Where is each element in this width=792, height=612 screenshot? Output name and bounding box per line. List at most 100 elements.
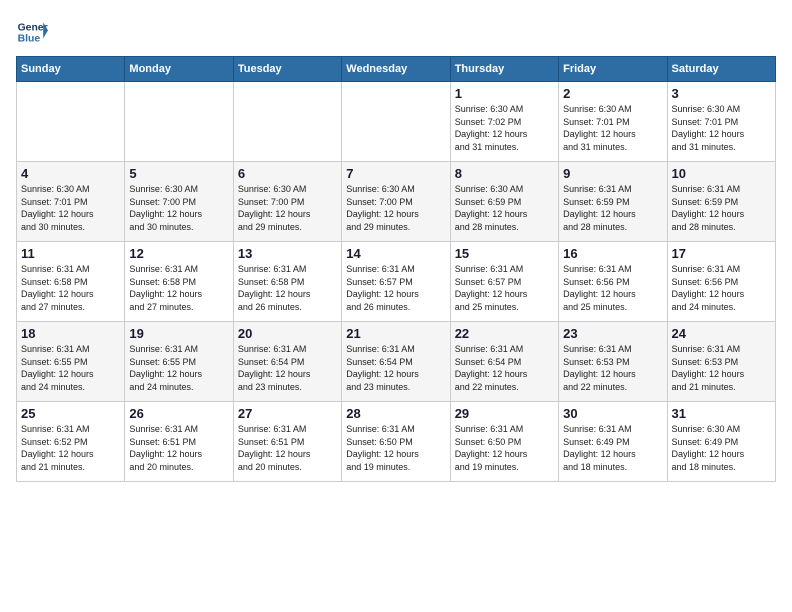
day-number: 2 [563,86,662,101]
day-info: Sunrise: 6:30 AM Sunset: 7:01 PM Dayligh… [563,103,662,153]
calendar-week-3: 11 Sunrise: 6:31 AM Sunset: 6:58 PM Dayli… [17,242,776,322]
day-number: 12 [129,246,228,261]
calendar-header: SundayMondayTuesdayWednesdayThursdayFrid… [17,57,776,82]
day-number: 26 [129,406,228,421]
day-number: 25 [21,406,120,421]
calendar-body: 1 Sunrise: 6:30 AM Sunset: 7:02 PM Daylig… [17,82,776,482]
calendar-week-1: 1 Sunrise: 6:30 AM Sunset: 7:02 PM Daylig… [17,82,776,162]
calendar-cell: 19Sunrise: 6:31 AM Sunset: 6:55 PM Dayli… [125,322,233,402]
day-info: Sunrise: 6:30 AM Sunset: 6:49 PM Dayligh… [672,423,771,473]
day-info: Sunrise: 6:31 AM Sunset: 6:52 PM Dayligh… [21,423,120,473]
day-number: 10 [672,166,771,181]
weekday-header-monday: Monday [125,57,233,82]
day-number: 29 [455,406,554,421]
day-number: 8 [455,166,554,181]
day-info: Sunrise: 6:31 AM Sunset: 6:55 PM Dayligh… [21,343,120,393]
weekday-header-wednesday: Wednesday [342,57,450,82]
day-number: 5 [129,166,228,181]
day-info: Sunrise: 6:31 AM Sunset: 6:50 PM Dayligh… [455,423,554,473]
day-number: 28 [346,406,445,421]
calendar-cell: 1 Sunrise: 6:30 AM Sunset: 7:02 PM Daylig… [450,82,558,162]
day-number: 20 [238,326,337,341]
day-info: Sunrise: 6:31 AM Sunset: 6:56 PM Dayligh… [672,263,771,313]
day-info: Sunrise: 6:31 AM Sunset: 6:57 PM Dayligh… [455,263,554,313]
calendar-cell: 24 Sunrise: 6:31 AM Sunset: 6:53 PM Dayli… [667,322,775,402]
day-number: 24 [672,326,771,341]
day-number: 6 [238,166,337,181]
day-info: Sunrise: 6:31 AM Sunset: 6:58 PM Dayligh… [238,263,337,313]
day-info: Sunrise: 6:30 AM Sunset: 7:01 PM Dayligh… [672,103,771,153]
day-number: 18 [21,326,120,341]
day-info: Sunrise: 6:31 AM Sunset: 6:51 PM Dayligh… [238,423,337,473]
calendar-cell: 28 Sunrise: 6:31 AM Sunset: 6:50 PM Dayli… [342,402,450,482]
day-number: 30 [563,406,662,421]
day-info: Sunrise: 6:31 AM Sunset: 6:56 PM Dayligh… [563,263,662,313]
day-number: 15 [455,246,554,261]
calendar-cell: 26 Sunrise: 6:31 AM Sunset: 6:51 PM Dayli… [125,402,233,482]
calendar-cell [17,82,125,162]
weekday-header-row: SundayMondayTuesdayWednesdayThursdayFrid… [17,57,776,82]
calendar-cell: 22Sunrise: 6:31 AM Sunset: 6:54 PM Dayli… [450,322,558,402]
calendar-cell [125,82,233,162]
calendar-cell: 20 Sunrise: 6:31 AM Sunset: 6:54 PM Dayli… [233,322,341,402]
day-number: 19 [129,326,228,341]
calendar-cell: 31 Sunrise: 6:30 AM Sunset: 6:49 PM Dayli… [667,402,775,482]
day-number: 11 [21,246,120,261]
day-info: Sunrise: 6:31 AM Sunset: 6:58 PM Dayligh… [21,263,120,313]
day-info: Sunrise: 6:31 AM Sunset: 6:51 PM Dayligh… [129,423,228,473]
day-info: Sunrise: 6:31 AM Sunset: 6:57 PM Dayligh… [346,263,445,313]
calendar-cell: 27 Sunrise: 6:31 AM Sunset: 6:51 PM Dayli… [233,402,341,482]
calendar-cell: 10 Sunrise: 6:31 AM Sunset: 6:59 PM Dayli… [667,162,775,242]
day-number: 7 [346,166,445,181]
day-number: 9 [563,166,662,181]
calendar-week-5: 25 Sunrise: 6:31 AM Sunset: 6:52 PM Dayli… [17,402,776,482]
svg-text:Blue: Blue [18,34,41,45]
calendar-cell: 21Sunrise: 6:31 AM Sunset: 6:54 PM Dayli… [342,322,450,402]
day-info: Sunrise: 6:31 AM Sunset: 6:50 PM Dayligh… [346,423,445,473]
calendar-cell: 3Sunrise: 6:30 AM Sunset: 7:01 PM Daylig… [667,82,775,162]
calendar-cell: 25 Sunrise: 6:31 AM Sunset: 6:52 PM Dayli… [17,402,125,482]
calendar-table: SundayMondayTuesdayWednesdayThursdayFrid… [16,56,776,482]
day-info: Sunrise: 6:31 AM Sunset: 6:54 PM Dayligh… [455,343,554,393]
calendar-cell: 16 Sunrise: 6:31 AM Sunset: 6:56 PM Dayli… [559,242,667,322]
day-number: 27 [238,406,337,421]
day-info: Sunrise: 6:30 AM Sunset: 6:59 PM Dayligh… [455,183,554,233]
day-number: 14 [346,246,445,261]
calendar-cell: 17Sunrise: 6:31 AM Sunset: 6:56 PM Dayli… [667,242,775,322]
calendar-cell: 14 Sunrise: 6:31 AM Sunset: 6:57 PM Dayli… [342,242,450,322]
weekday-header-tuesday: Tuesday [233,57,341,82]
weekday-header-thursday: Thursday [450,57,558,82]
logo: General Blue [16,16,48,48]
weekday-header-friday: Friday [559,57,667,82]
day-number: 4 [21,166,120,181]
calendar-cell: 18 Sunrise: 6:31 AM Sunset: 6:55 PM Dayli… [17,322,125,402]
calendar-cell [342,82,450,162]
day-number: 21 [346,326,445,341]
day-info: Sunrise: 6:31 AM Sunset: 6:53 PM Dayligh… [563,343,662,393]
day-info: Sunrise: 6:31 AM Sunset: 6:49 PM Dayligh… [563,423,662,473]
page-header: General Blue [16,16,776,48]
calendar-week-2: 4Sunrise: 6:30 AM Sunset: 7:01 PM Daylig… [17,162,776,242]
day-number: 1 [455,86,554,101]
calendar-cell [233,82,341,162]
calendar-cell: 29 Sunrise: 6:31 AM Sunset: 6:50 PM Dayli… [450,402,558,482]
day-number: 31 [672,406,771,421]
calendar-cell: 11 Sunrise: 6:31 AM Sunset: 6:58 PM Dayli… [17,242,125,322]
calendar-cell: 9 Sunrise: 6:31 AM Sunset: 6:59 PM Daylig… [559,162,667,242]
day-info: Sunrise: 6:31 AM Sunset: 6:59 PM Dayligh… [672,183,771,233]
calendar-cell: 12Sunrise: 6:31 AM Sunset: 6:58 PM Dayli… [125,242,233,322]
calendar-cell: 7 Sunrise: 6:30 AM Sunset: 7:00 PM Daylig… [342,162,450,242]
day-number: 16 [563,246,662,261]
weekday-header-sunday: Sunday [17,57,125,82]
day-info: Sunrise: 6:31 AM Sunset: 6:59 PM Dayligh… [563,183,662,233]
day-info: Sunrise: 6:30 AM Sunset: 7:02 PM Dayligh… [455,103,554,153]
day-info: Sunrise: 6:30 AM Sunset: 7:00 PM Dayligh… [238,183,337,233]
day-info: Sunrise: 6:31 AM Sunset: 6:54 PM Dayligh… [238,343,337,393]
day-number: 13 [238,246,337,261]
day-info: Sunrise: 6:30 AM Sunset: 7:00 PM Dayligh… [346,183,445,233]
calendar-cell: 5Sunrise: 6:30 AM Sunset: 7:00 PM Daylig… [125,162,233,242]
calendar-cell: 13 Sunrise: 6:31 AM Sunset: 6:58 PM Dayli… [233,242,341,322]
calendar-cell: 8 Sunrise: 6:30 AM Sunset: 6:59 PM Daylig… [450,162,558,242]
day-info: Sunrise: 6:31 AM Sunset: 6:53 PM Dayligh… [672,343,771,393]
calendar-cell: 23Sunrise: 6:31 AM Sunset: 6:53 PM Dayli… [559,322,667,402]
